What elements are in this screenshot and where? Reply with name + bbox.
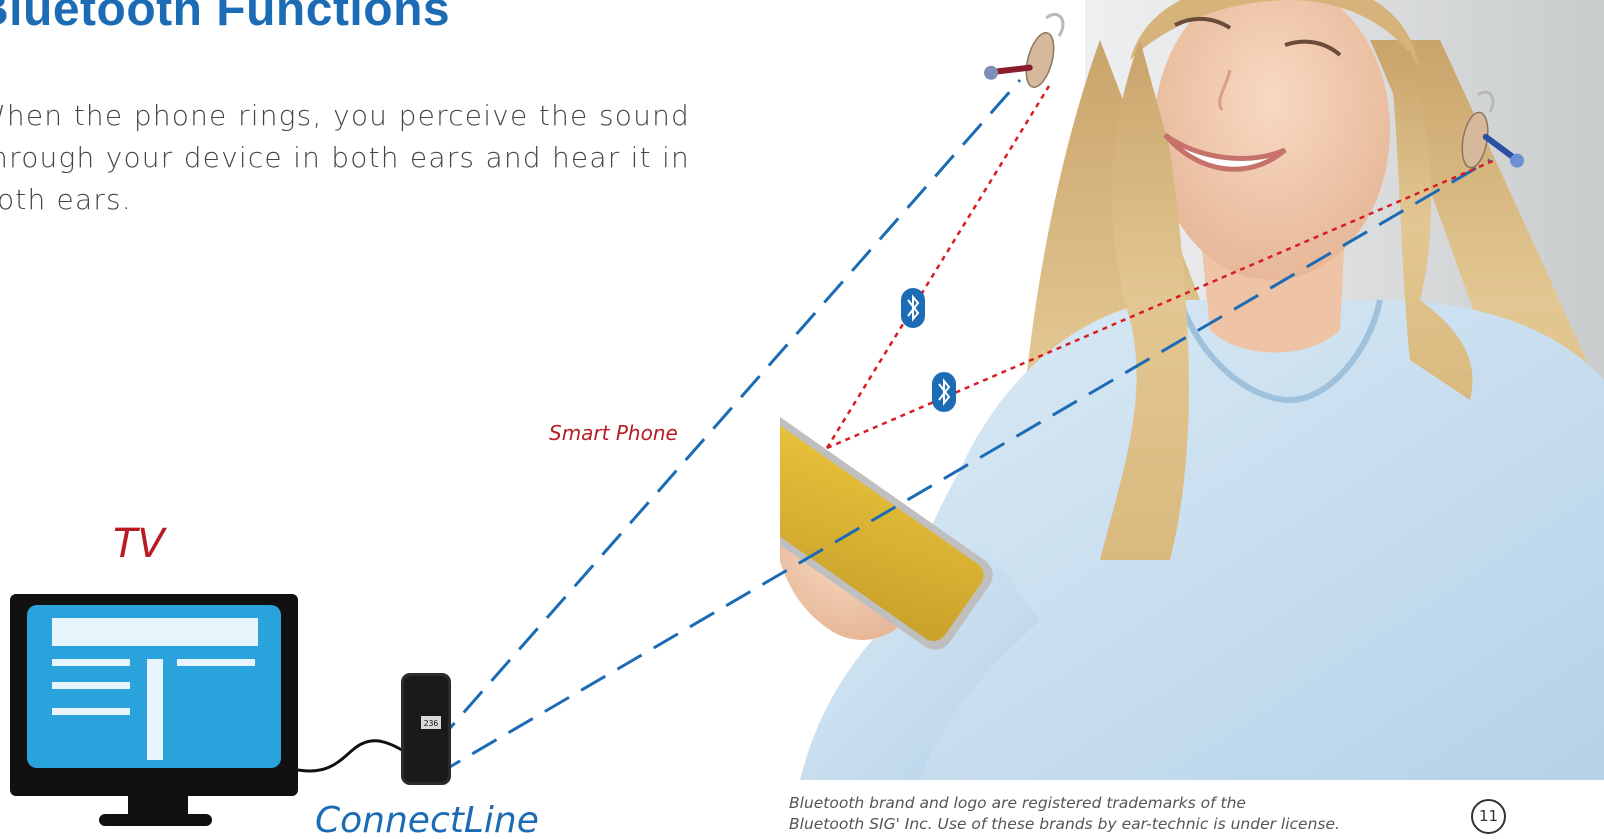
- tv-label: TV: [113, 521, 165, 567]
- bluetooth-icon: [901, 288, 925, 328]
- connectline-label: ConnectLine: [315, 800, 539, 839]
- smart-phone-label: Smart Phone: [549, 421, 678, 445]
- bluetooth-link-right: [826, 158, 1496, 450]
- tv-cable: [297, 739, 403, 773]
- trademark-line-2: Bluetooth SIG' Inc. Use of these brands …: [789, 815, 1340, 833]
- hearing-aid-icon: [984, 12, 1065, 88]
- connectline-link-left: [434, 79, 1022, 745]
- trademark-line-1: Bluetooth brand and logo are registered …: [789, 794, 1246, 812]
- trademark-notice: Bluetooth brand and logo are registered …: [789, 793, 1429, 835]
- connectline-link-right: [435, 158, 1491, 777]
- tv-icon: [10, 594, 298, 826]
- page-number: 11: [1471, 799, 1506, 834]
- connectline-device-icon: 236: [401, 673, 451, 785]
- connectline-display: 236: [424, 719, 439, 728]
- bluetooth-icon: [932, 372, 956, 412]
